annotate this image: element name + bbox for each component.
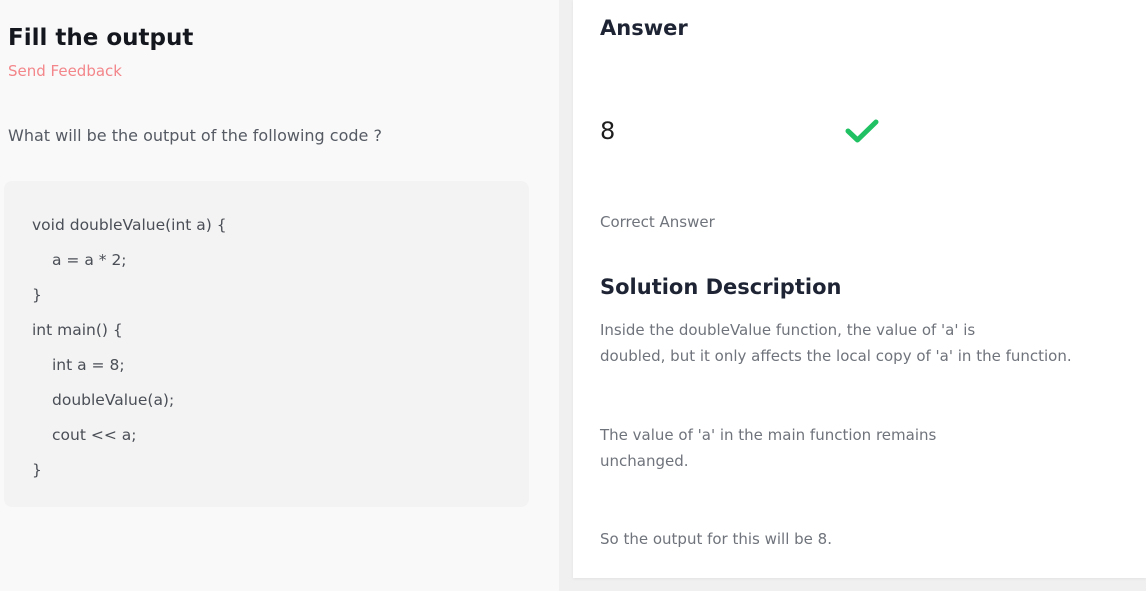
- question-text: What will be the output of the following…: [8, 126, 382, 145]
- correct-answer-label: Correct Answer: [600, 213, 715, 231]
- solution-paragraph: The value of 'a' in the main function re…: [600, 422, 1140, 474]
- answer-panel: Answer 8 Correct Answer Solution Descrip…: [573, 0, 1146, 578]
- solution-line: So the output for this will be 8.: [600, 530, 832, 548]
- solution-line: unchanged.: [600, 452, 689, 470]
- answer-heading: Answer: [600, 16, 688, 40]
- solution-line: The value of 'a' in the main function re…: [600, 426, 937, 444]
- solution-paragraph: Inside the doubleValue function, the val…: [600, 317, 1140, 369]
- code-line: int a = 8;: [52, 356, 125, 374]
- check-icon: [845, 119, 879, 143]
- code-line: }: [32, 461, 42, 479]
- code-line: a = a * 2;: [52, 251, 127, 269]
- code-line: void doubleValue(int a) {: [32, 216, 227, 234]
- question-panel: Fill the output Send Feedback What will …: [0, 0, 559, 591]
- solution-paragraph: So the output for this will be 8.: [600, 526, 1140, 552]
- page: Fill the output Send Feedback What will …: [0, 0, 1146, 591]
- question-title: Fill the output: [8, 25, 194, 51]
- solution-line: Inside the doubleValue function, the val…: [600, 321, 976, 339]
- solution-heading: Solution Description: [600, 275, 842, 299]
- code-line: cout << a;: [52, 426, 137, 444]
- code-line: }: [32, 286, 42, 304]
- answer-value: 8: [600, 117, 616, 145]
- solution-line: doubled, but it only affects the local c…: [600, 347, 1072, 365]
- code-line: int main() {: [32, 321, 123, 339]
- code-block: void doubleValue(int a) { a = a * 2; } i…: [4, 181, 529, 507]
- send-feedback-link[interactable]: Send Feedback: [8, 60, 122, 82]
- code-line: doubleValue(a);: [52, 391, 175, 409]
